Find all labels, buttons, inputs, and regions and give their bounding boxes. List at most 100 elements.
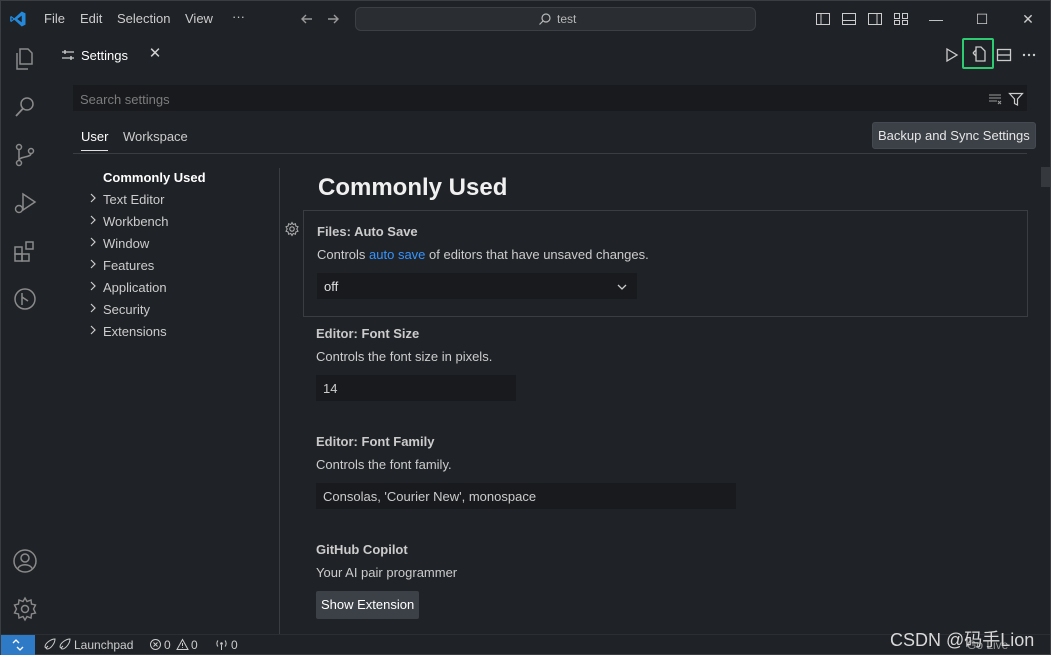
editor-tab-bar: Settings ✕: [49, 37, 1050, 108]
chevron-right-icon: [90, 281, 96, 291]
maximize-icon[interactable]: ☐: [970, 7, 994, 31]
close-window-icon[interactable]: ✕: [1016, 7, 1040, 31]
backup-sync-tooltip: Backup and Sync Settings: [872, 122, 1036, 149]
menu-more[interactable]: ···: [232, 9, 245, 24]
command-center-text: test: [557, 12, 577, 26]
input-value: Consolas, 'Courier New', monospace: [323, 489, 537, 504]
setting-gear-icon[interactable]: [284, 221, 300, 237]
setting-github-copilot: GitHub Copilot Your AI pair programmer S…: [303, 541, 1028, 631]
setting-title: Files: Auto Save: [317, 224, 418, 239]
toc-label: Window: [103, 236, 150, 251]
open-settings-json-icon: [972, 46, 986, 62]
extensions-icon[interactable]: [11, 237, 39, 265]
split-editor-icon[interactable]: [995, 46, 1013, 64]
chevron-right-icon: [90, 237, 96, 247]
search-settings-input[interactable]: [80, 90, 960, 108]
font-size-input[interactable]: 14: [316, 375, 516, 401]
ports-antenna-icon: [216, 640, 227, 650]
run-icon[interactable]: [942, 46, 960, 64]
toc-label: Commonly Used: [103, 170, 206, 185]
chevron-down-icon: [617, 284, 627, 290]
setting-description: Controls auto save of editors that have …: [317, 247, 649, 262]
setting-description: Controls the font size in pixels.: [316, 349, 493, 364]
title-bar: File Edit Selection View ··· test — ☐ ✕: [1, 1, 1050, 37]
tab-user[interactable]: User: [81, 129, 109, 151]
search-settings-box[interactable]: [73, 85, 1027, 111]
menu-view[interactable]: View: [185, 11, 213, 26]
more-actions-icon[interactable]: [1020, 46, 1038, 64]
clear-filter-icon[interactable]: [987, 91, 1003, 107]
command-center[interactable]: test: [355, 7, 756, 31]
setting-description: Your AI pair programmer: [316, 565, 458, 580]
run-debug-icon[interactable]: [11, 189, 39, 217]
launchpad-item[interactable]: Launchpad: [74, 638, 133, 652]
setting-title: GitHub Copilot: [316, 542, 408, 557]
search-icon: [539, 13, 551, 25]
chevron-right-icon: [90, 215, 96, 225]
chevron-right-icon: [90, 303, 96, 313]
input-value: 14: [323, 381, 338, 396]
menu-edit[interactable]: Edit: [80, 11, 102, 26]
chevron-right-icon: [90, 325, 96, 335]
scrollbar[interactable]: [1041, 167, 1050, 187]
setting-name: Auto Save: [354, 224, 418, 239]
ports-count[interactable]: 0: [231, 638, 238, 652]
menu-selection[interactable]: Selection: [117, 11, 170, 26]
dropdown-value: off: [324, 279, 339, 294]
toc-label: Security: [103, 302, 150, 317]
customize-layout-icon[interactable]: [893, 11, 909, 27]
auto-save-link[interactable]: auto save: [369, 247, 425, 262]
forward-arrow-icon[interactable]: [323, 9, 343, 29]
minimize-icon[interactable]: —: [924, 7, 948, 31]
error-icon: [150, 639, 161, 650]
auto-save-dropdown[interactable]: off: [317, 273, 637, 299]
settings-editor: User Workspace Backup and Sync Settings …: [49, 73, 1050, 634]
settings-toc: Commonly Used Text Editor Workbench Wind…: [87, 168, 280, 634]
backup-sync-button-highlight[interactable]: [962, 38, 994, 69]
activity-bar: [1, 37, 49, 634]
setting-editor-font-family: Editor: Font Family Controls the font fa…: [303, 433, 1028, 513]
accounts-icon[interactable]: [11, 547, 39, 575]
setting-description: Controls the font family.: [316, 457, 452, 472]
chevron-right-icon: [90, 259, 96, 269]
toggle-secondary-sidebar-icon[interactable]: [867, 11, 883, 27]
error-count[interactable]: 0: [164, 638, 171, 652]
setting-editor-font-size: Editor: Font Size Controls the font size…: [303, 325, 1028, 405]
tab-workspace[interactable]: Workspace: [123, 129, 188, 150]
settings-sliders-icon: [62, 50, 74, 60]
filter-icon[interactable]: [1008, 91, 1024, 107]
vscode-window: File Edit Selection View ··· test — ☐ ✕: [0, 0, 1051, 655]
toggle-panel-icon[interactable]: [841, 11, 857, 27]
warning-count[interactable]: 0: [191, 638, 198, 652]
setting-category: Editor:: [316, 434, 362, 449]
source-control-icon[interactable]: [11, 141, 39, 169]
manage-gear-icon[interactable]: [11, 595, 39, 623]
tab-settings[interactable]: Settings ✕: [49, 37, 168, 72]
toc-label: Text Editor: [103, 192, 165, 207]
rocket-icon: [44, 638, 56, 650]
back-arrow-icon[interactable]: [297, 9, 317, 29]
rocket-icon: [59, 638, 71, 650]
setting-title: Editor: Font Size: [316, 326, 419, 341]
section-title: Commonly Used: [318, 174, 508, 201]
toc-label: Features: [103, 258, 155, 273]
remote-icon: [12, 639, 24, 651]
toc-label: Workbench: [103, 214, 169, 229]
setting-files-auto-save: Files: Auto Save Controls auto save of e…: [303, 210, 1028, 317]
setting-name: Font Size: [361, 326, 420, 341]
search-view-icon[interactable]: [11, 93, 39, 121]
menu-file[interactable]: File: [44, 11, 65, 26]
font-family-input[interactable]: Consolas, 'Courier New', monospace: [316, 483, 736, 509]
warning-icon: [176, 638, 189, 650]
show-extension-button[interactable]: Show Extension: [316, 591, 420, 619]
remote-indicator[interactable]: [1, 635, 35, 655]
desc-text: Controls: [317, 247, 370, 262]
explorer-icon[interactable]: [11, 45, 39, 73]
close-tab-icon[interactable]: ✕: [147, 46, 163, 62]
git-graph-icon[interactable]: [11, 285, 39, 313]
setting-category: Files:: [317, 224, 355, 239]
toc-label: Application: [103, 280, 167, 295]
setting-name: Font Family: [361, 434, 435, 449]
toc-label: Extensions: [103, 324, 167, 339]
toggle-primary-sidebar-icon[interactable]: [815, 11, 831, 27]
